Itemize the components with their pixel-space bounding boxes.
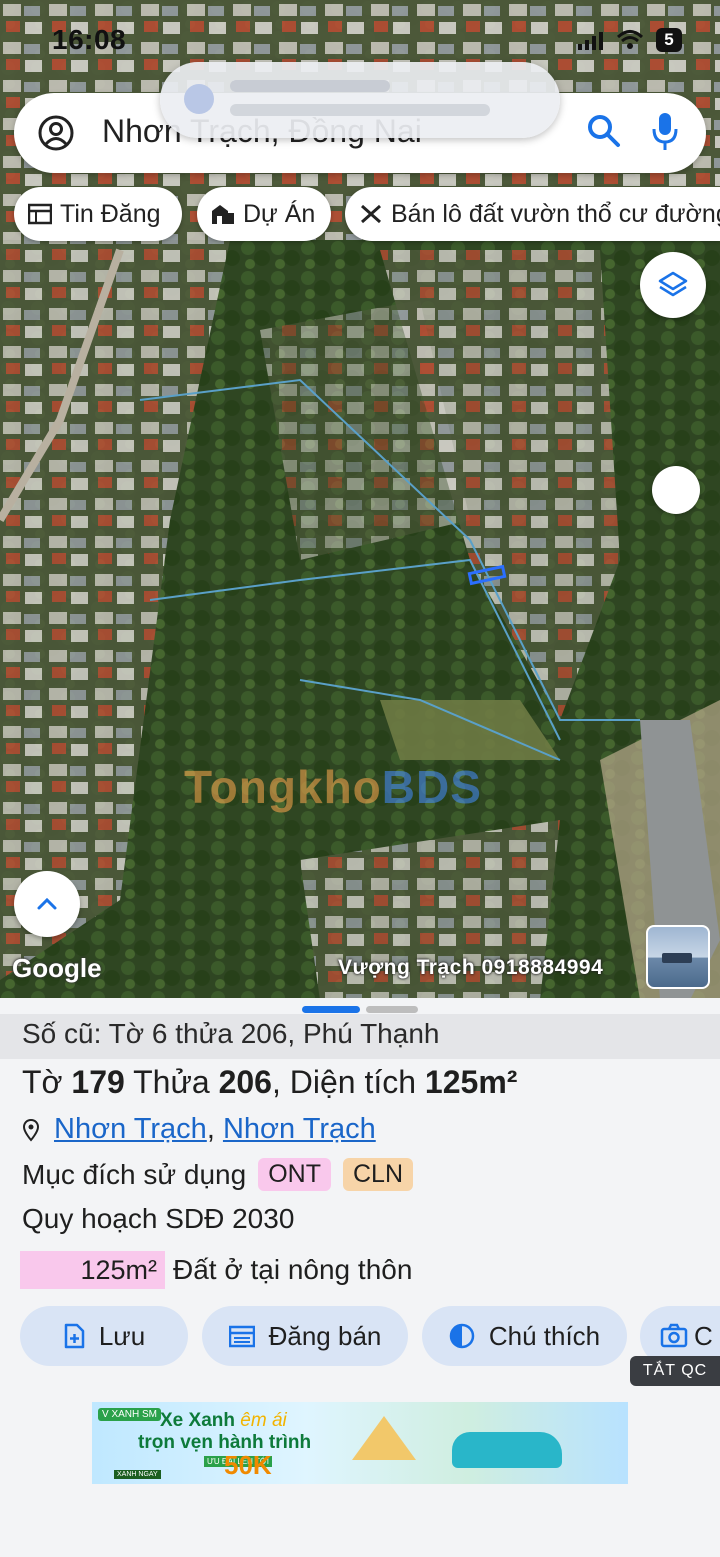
ad-headline: Xe Xanh êm ái xyxy=(160,1410,287,1431)
planning-area-row: 125m² Đất ở tại nông thôn xyxy=(20,1251,412,1289)
signal-icon xyxy=(578,32,603,50)
watermark: TongkhoBDS xyxy=(184,761,482,813)
ad-banner[interactable]: V XANH SM Xe Xanh êm ái trọn vẹn hành tr… xyxy=(92,1402,628,1484)
parcel-location: Nhơn Trạch, Nhơn Trạch xyxy=(22,1113,376,1146)
parcel-title: Tờ 179 Thửa 206, Diện tích 125m² xyxy=(22,1064,518,1100)
ad-tent-illustration xyxy=(352,1416,416,1460)
street-photo-thumbnail[interactable] xyxy=(646,925,710,989)
ad-brand: V XANH SM xyxy=(98,1408,162,1421)
ad-car-illustration xyxy=(452,1432,562,1468)
calendar-list-icon xyxy=(228,1325,255,1348)
save-button[interactable]: Lưu xyxy=(20,1306,188,1366)
tag-ont: ONT xyxy=(258,1158,331,1191)
satellite-map[interactable]: 16:08 5 Nhơn Trạch, Đồng Nai Tin Đă xyxy=(0,0,720,1000)
parcel-sheet: Số cũ: Tờ 6 thửa 206, Phú Thạnh Tờ 179 T… xyxy=(0,998,720,1557)
sheet-handle-active[interactable] xyxy=(302,1006,360,1013)
tools-icon xyxy=(361,204,381,224)
sheet-handle[interactable] xyxy=(366,1006,418,1013)
action-row: Lưu Đăng bán Chú thích C xyxy=(0,1306,720,1368)
status-bar: 16:08 5 xyxy=(0,22,720,62)
old-number: Số cũ: Tờ 6 thửa 206, Phú Thạnh xyxy=(22,1018,440,1049)
contact-label: Vượng Trạch 0918884994 xyxy=(338,956,604,979)
planning-heading: Quy hoạch SDĐ 2030 xyxy=(22,1203,295,1234)
calendar-grid-icon xyxy=(28,203,52,225)
status-time: 16:08 xyxy=(52,24,127,55)
legend-button[interactable]: Chú thích xyxy=(422,1306,627,1366)
ad-cta: XANH NGAY xyxy=(114,1470,161,1479)
battery-icon: 5 xyxy=(656,28,682,52)
location-link-ward[interactable]: Nhơn Trạch xyxy=(223,1113,376,1146)
close-ad-button[interactable]: TẮT QC xyxy=(630,1356,720,1386)
location-pin-icon xyxy=(22,1118,40,1142)
chip-ban-lo-dat[interactable]: Bán lô đất vườn thổ cư đường xyxy=(345,187,720,241)
planning-area-label: Đất ở tại nông thôn xyxy=(173,1254,413,1285)
wifi-icon xyxy=(616,30,644,49)
account-icon[interactable] xyxy=(38,115,74,151)
chip-tin-dang[interactable]: Tin Đăng xyxy=(14,187,182,241)
search-icon[interactable] xyxy=(586,113,622,149)
land-use-purpose: Mục đích sử dụng ONT CLN xyxy=(22,1158,413,1191)
microphone-icon[interactable] xyxy=(650,111,680,153)
layers-button[interactable] xyxy=(640,252,706,318)
chip-du-an[interactable]: Dự Án xyxy=(197,187,331,241)
building-icon xyxy=(212,205,234,224)
old-number-row: Số cũ: Tờ 6 thửa 206, Phú Thạnh xyxy=(0,1014,720,1059)
expand-up-button[interactable] xyxy=(14,871,80,937)
location-marker[interactable] xyxy=(652,466,700,514)
contrast-icon xyxy=(449,1323,475,1349)
camera-icon xyxy=(660,1323,688,1348)
ad-promo: 50K xyxy=(224,1450,272,1480)
location-link-district[interactable]: Nhơn Trạch xyxy=(54,1113,207,1146)
tag-cln: CLN xyxy=(342,1158,413,1191)
planning-area-value: 125m² xyxy=(20,1251,165,1289)
chevron-up-icon xyxy=(37,897,57,910)
post-sale-button[interactable]: Đăng bán xyxy=(202,1306,408,1366)
google-attribution: Google xyxy=(12,953,102,983)
notification-banner[interactable] xyxy=(160,62,560,138)
add-file-icon xyxy=(64,1323,85,1349)
layers-icon xyxy=(658,271,688,297)
